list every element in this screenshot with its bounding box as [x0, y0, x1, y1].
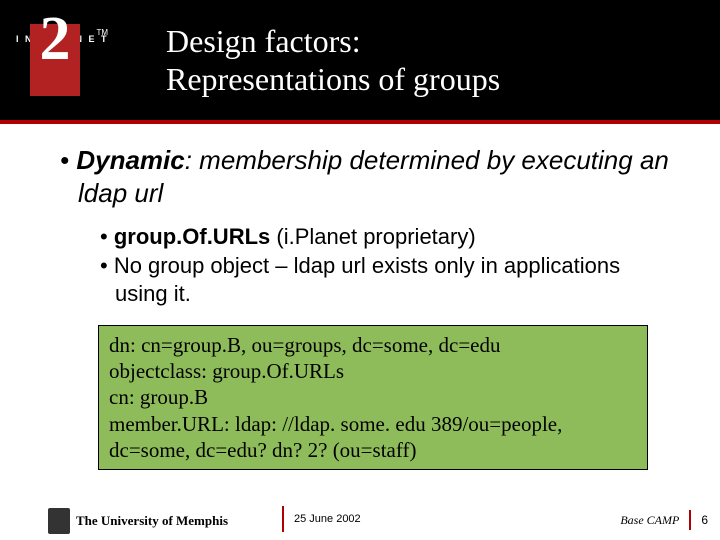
sub-bullet-2: • No group object – ldap url exists only… — [100, 252, 670, 309]
footer-date-block: 25 June 2002 — [282, 506, 361, 532]
main-bullet-label: Dynamic — [76, 145, 184, 175]
crest-icon — [48, 508, 70, 534]
sub-bullet-list: • group.Of.URLs (i.Planet proprietary) •… — [60, 223, 670, 309]
code-line: member.URL: ldap: //ldap. some. edu 389/… — [109, 411, 637, 437]
slide-title: Design factors: Representations of group… — [166, 22, 500, 99]
bullet-marker: • — [100, 224, 114, 249]
logo-tm: TM — [96, 28, 108, 37]
logo-red-box: 2 — [30, 24, 80, 96]
main-bullet: • Dynamic: membership determined by exec… — [60, 144, 670, 209]
code-line: dn: cn=group.B, ou=groups, dc=some, dc=e… — [109, 332, 637, 358]
divider-icon — [689, 510, 691, 530]
sub1-rest: (i.Planet proprietary) — [270, 224, 475, 249]
code-line: cn: group.B — [109, 384, 637, 410]
university-logo: The University of Memphis — [48, 508, 228, 534]
page-number: 6 — [701, 513, 708, 527]
sub1-term: group.Of.URLs — [114, 224, 270, 249]
logo-digit: 2 — [40, 12, 71, 68]
divider-icon — [282, 506, 284, 532]
slide-body: • Dynamic: membership determined by exec… — [0, 124, 720, 470]
footer-date: 25 June 2002 — [294, 513, 361, 525]
sub-bullet-1: • group.Of.URLs (i.Planet proprietary) — [100, 223, 670, 252]
ldap-example-box: dn: cn=group.B, ou=groups, dc=some, dc=e… — [98, 325, 648, 470]
internet2-logo: I N T E R N E T 2 TM — [0, 0, 110, 120]
code-line: objectclass: group.Of.URLs — [109, 358, 637, 384]
slide-header: I N T E R N E T 2 TM Design factors: Rep… — [0, 0, 720, 120]
event-name: Base CAMP — [620, 513, 679, 528]
title-line-1: Design factors: — [166, 22, 500, 60]
code-line: dc=some, dc=edu? dn? 2? (ou=staff) — [109, 437, 637, 463]
footer-right: Base CAMP 6 — [620, 510, 708, 530]
title-line-2: Representations of groups — [166, 60, 500, 98]
bullet-marker: • — [60, 145, 76, 175]
slide-footer: The University of Memphis 25 June 2002 B… — [0, 494, 720, 534]
university-name: The University of Memphis — [76, 513, 228, 529]
